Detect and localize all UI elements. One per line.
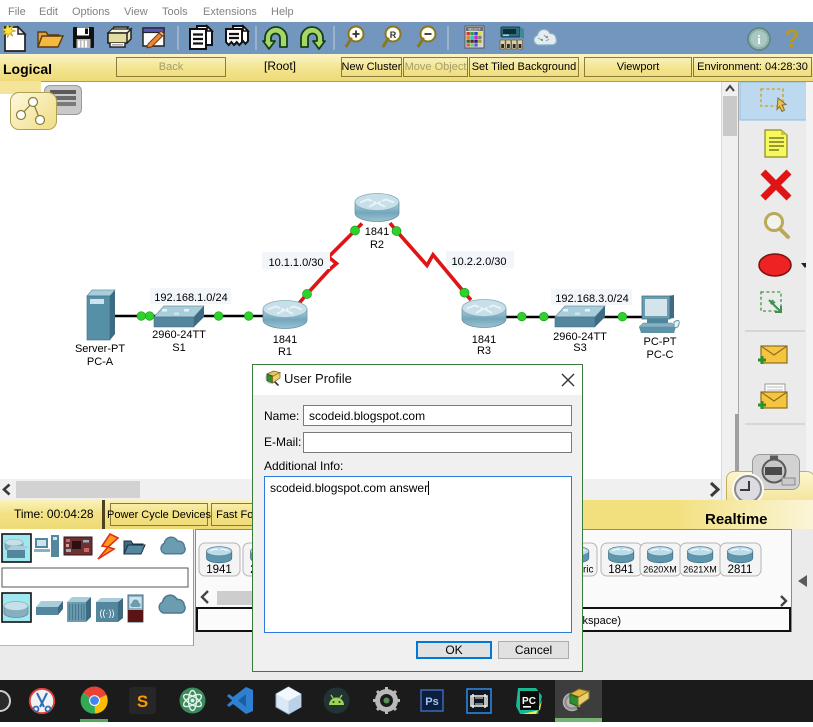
svg-text:192.168.1.0/24: 192.168.1.0/24 [154, 292, 227, 304]
svg-text:Server-PT: Server-PT [75, 343, 125, 355]
svg-text:Ps: Ps [425, 696, 438, 708]
svg-text:PC: PC [522, 696, 536, 707]
svg-text:10.1.1.0/30: 10.1.1.0/30 [268, 257, 323, 269]
svg-text:PC-PT: PC-PT [644, 336, 677, 348]
svg-text:2621XM: 2621XM [683, 565, 717, 575]
svg-text:1841: 1841 [273, 334, 297, 346]
svg-text:R1: R1 [278, 346, 292, 358]
svg-text:i: i [757, 32, 761, 47]
svg-text:2960-24TT: 2960-24TT [152, 329, 206, 341]
svg-text:1841: 1841 [365, 226, 389, 238]
svg-text:R: R [390, 30, 397, 40]
svg-text:2620XM: 2620XM [643, 565, 677, 575]
svg-text:((·)): ((·)) [100, 608, 115, 618]
svg-text:PC-A: PC-A [87, 356, 114, 368]
svg-text:PC-C: PC-C [647, 349, 674, 361]
svg-text:1941: 1941 [206, 564, 232, 576]
svg-text:192.168.3.0/24: 192.168.3.0/24 [555, 293, 628, 305]
svg-text:S3: S3 [573, 342, 586, 354]
svg-text:S1: S1 [172, 342, 185, 354]
svg-text:?: ? [784, 25, 799, 53]
svg-text:1841: 1841 [608, 564, 634, 576]
svg-text:R3: R3 [477, 345, 491, 357]
svg-text:R2: R2 [370, 239, 384, 251]
svg-text:SELECT: SELECT [468, 28, 480, 32]
svg-text:10.2.2.0/30: 10.2.2.0/30 [451, 256, 506, 268]
svg-text:S: S [137, 692, 148, 711]
svg-text:2811: 2811 [728, 564, 753, 576]
